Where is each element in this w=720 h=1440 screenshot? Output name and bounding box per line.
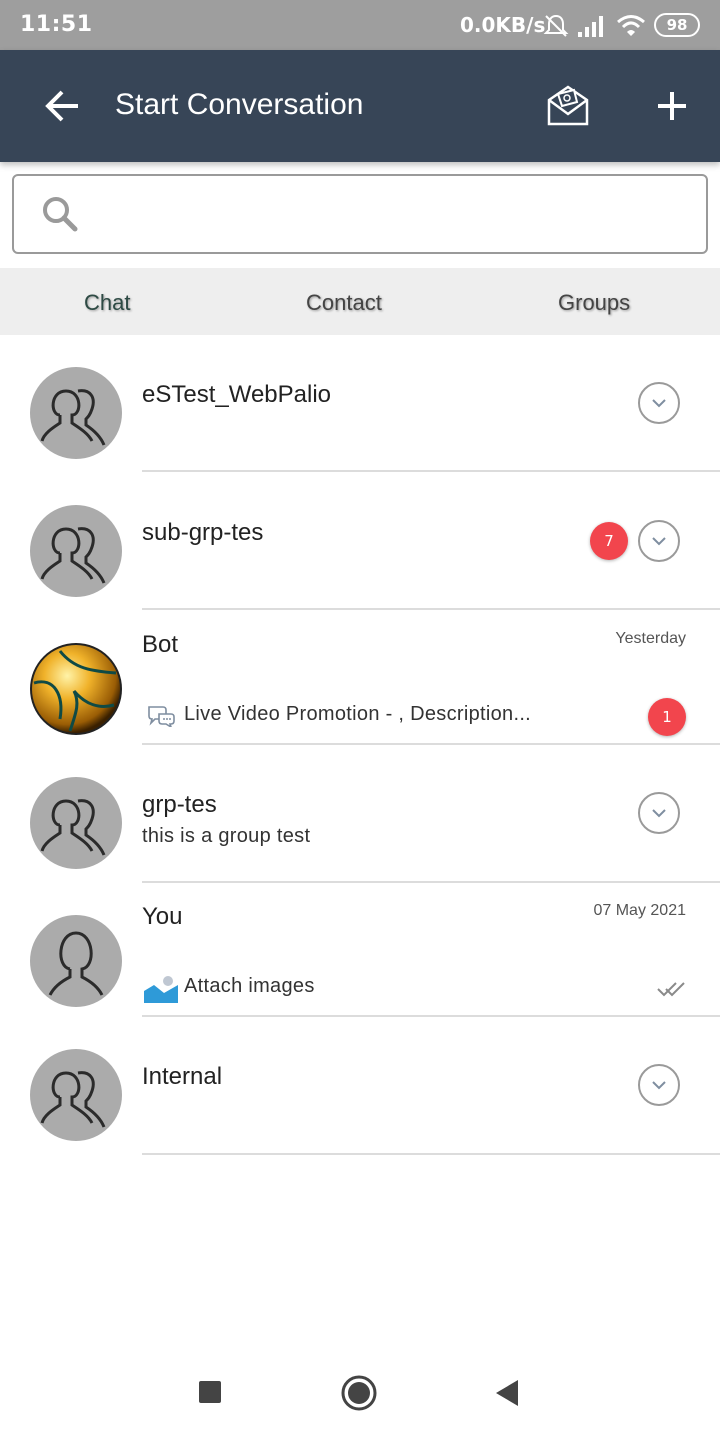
list-item[interactable]: eSTest_WebPalio xyxy=(0,335,720,473)
search-box xyxy=(12,174,708,254)
tab-bar: Chat Contact Groups xyxy=(0,268,720,335)
app-bar: Start Conversation xyxy=(0,50,720,162)
conversation-name: sub-grp-tes xyxy=(142,519,264,546)
divider xyxy=(142,1153,720,1155)
double-check-icon xyxy=(656,977,686,1003)
alarm-off-icon xyxy=(542,12,570,40)
page-title: Start Conversation xyxy=(115,88,364,121)
group-avatar-icon xyxy=(30,505,122,597)
search-input[interactable] xyxy=(98,188,688,240)
chevron-down-icon[interactable] xyxy=(638,1064,680,1106)
chat-bubbles-icon xyxy=(146,703,176,731)
status-bar: 11:51 0.0KB/s 98 xyxy=(0,0,720,50)
unread-badge: 1 xyxy=(648,698,686,736)
conversation-subtitle: this is a group test xyxy=(142,825,311,847)
back-arrow-icon xyxy=(45,90,78,122)
battery-icon: 98 xyxy=(654,13,700,37)
timestamp: Yesterday xyxy=(615,630,686,647)
plus-icon xyxy=(658,92,686,120)
group-avatar-icon xyxy=(30,777,122,869)
divider xyxy=(142,608,720,610)
conversation-name: You xyxy=(142,903,183,930)
divider xyxy=(142,470,720,472)
list-item[interactable]: grp-tes this is a group test xyxy=(0,745,720,883)
golden-ball-avatar xyxy=(30,643,122,735)
list-item[interactable]: Internal xyxy=(0,1017,720,1155)
home-icon[interactable] xyxy=(340,1374,378,1412)
status-icons xyxy=(542,10,646,42)
timestamp: 07 May 2021 xyxy=(593,902,686,919)
chevron-down-icon[interactable] xyxy=(638,792,680,834)
signal-icon xyxy=(576,14,606,38)
conversation-name: Bot xyxy=(142,631,179,658)
recents-icon[interactable] xyxy=(199,1381,221,1403)
broadcast-button[interactable] xyxy=(544,82,592,130)
chevron-down-icon[interactable] xyxy=(638,382,680,424)
last-message: Attach images xyxy=(184,975,315,997)
add-button[interactable] xyxy=(648,82,696,130)
tab-contact[interactable]: Contact xyxy=(306,290,382,316)
image-icon xyxy=(144,975,178,1007)
conversation-name: grp-tes xyxy=(142,791,217,818)
status-time: 11:51 xyxy=(20,12,93,37)
last-message: Live Video Promotion - , Description... xyxy=(184,703,532,725)
group-avatar-icon xyxy=(30,367,122,459)
conversation-name: Internal xyxy=(142,1063,223,1090)
system-nav-bar xyxy=(0,1352,720,1440)
back-button[interactable] xyxy=(40,83,86,129)
tab-chat[interactable]: Chat xyxy=(84,290,130,316)
conversation-name: eSTest_WebPalio xyxy=(142,381,331,408)
wifi-icon xyxy=(616,14,646,38)
unread-badge: 7 xyxy=(590,522,628,560)
list-item[interactable]: You 07 May 2021 Attach images xyxy=(0,883,720,1017)
chevron-down-icon[interactable] xyxy=(638,520,680,562)
person-avatar-icon xyxy=(30,915,122,1007)
back-icon[interactable] xyxy=(494,1378,520,1408)
list-item[interactable]: Bot Yesterday Live Video Promotion - , D… xyxy=(0,611,720,745)
search-icon xyxy=(43,197,78,232)
tab-groups[interactable]: Groups xyxy=(558,290,630,316)
group-avatar-icon xyxy=(30,1049,122,1141)
broadcast-mail-icon xyxy=(547,85,589,126)
network-speed: 0.0KB/s xyxy=(460,13,546,37)
list-item[interactable]: sub-grp-tes 7 xyxy=(0,473,720,611)
